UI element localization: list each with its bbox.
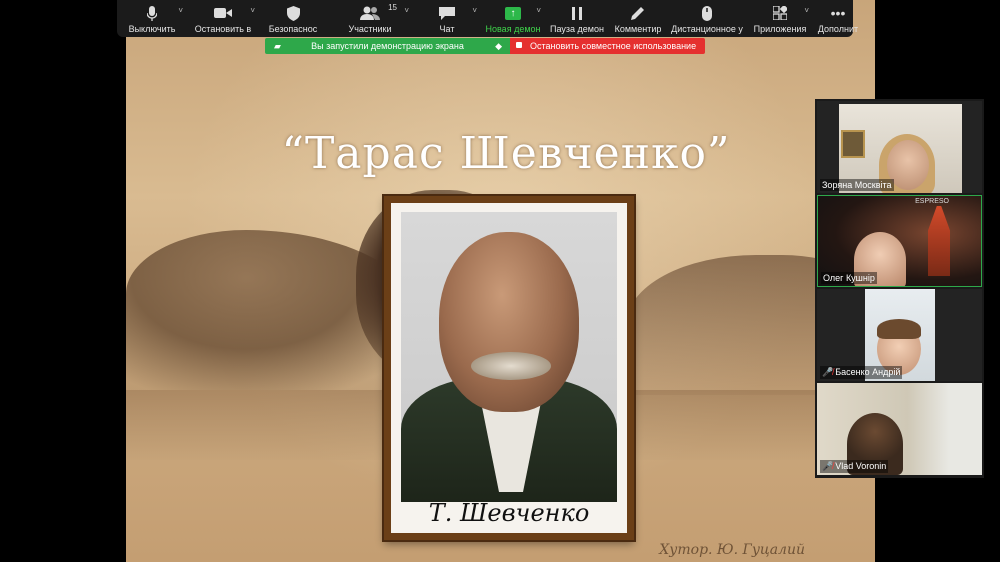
annotate-button[interactable]: Комментир bbox=[609, 0, 667, 37]
stop-share-label: Остановить совместное использование bbox=[530, 41, 697, 51]
portrait-signature: Т. Шевченко bbox=[428, 499, 590, 527]
shared-screen-slide: “Тарас Шевченко” Т. Шевченко Хутор. Ю. Г… bbox=[126, 0, 875, 562]
remote-control-button[interactable]: Дистанционное у bbox=[667, 0, 747, 37]
participant-name: Зоряна Москвіта bbox=[820, 179, 894, 191]
security-button[interactable]: Безопаснос bbox=[259, 0, 327, 37]
chevron-down-icon[interactable]: ˅ bbox=[250, 6, 255, 15]
channel-watermark: ESPRESO bbox=[915, 198, 949, 205]
portrait-head bbox=[439, 232, 579, 412]
shield-icon bbox=[282, 4, 304, 22]
participant-tile[interactable]: 🎤̸ Басенко Андрій bbox=[817, 289, 982, 381]
chevron-down-icon[interactable]: ˅ bbox=[178, 6, 183, 15]
participant-video-panel: Зоряна Москвіта ESPRESO Олег Кушнір 🎤̸ Ба… bbox=[815, 99, 984, 478]
apps-label: Приложения bbox=[753, 24, 807, 34]
participant-tile[interactable]: 🎤̸ Vlad Voronin bbox=[817, 383, 982, 475]
more-button[interactable]: ••• Дополнит bbox=[813, 0, 863, 37]
mute-button-label: Выключить bbox=[128, 24, 176, 34]
participants-count: 15 bbox=[388, 3, 397, 12]
signal-icon: ▰ bbox=[274, 41, 281, 51]
participant-hair bbox=[877, 319, 921, 339]
chevron-down-icon[interactable]: ˅ bbox=[536, 6, 541, 15]
participant-name: 🎤̸ Vlad Voronin bbox=[820, 460, 889, 473]
participant-tile-active-speaker[interactable]: ESPRESO Олег Кушнір bbox=[817, 195, 982, 287]
participant-name: 🎤̸ Басенко Андрій bbox=[820, 366, 903, 379]
portrait-mat: Т. Шевченко bbox=[391, 203, 627, 533]
chat-button[interactable]: ˅ Чат bbox=[413, 0, 481, 37]
participant-name-text: Зоряна Москвіта bbox=[822, 180, 892, 190]
muted-microphone-icon: 🎤̸ bbox=[822, 367, 834, 377]
participants-button[interactable]: 15 ˅ Участники bbox=[327, 0, 413, 37]
chat-icon bbox=[436, 4, 458, 22]
shield-icon: ◆ bbox=[495, 41, 502, 51]
stop-video-label: Остановить в bbox=[194, 24, 252, 34]
apps-icon bbox=[769, 4, 791, 22]
slide-corner-caption: Хутор. Ю. Гуцалий bbox=[659, 542, 805, 558]
participant-name-text: Басенко Андрій bbox=[835, 367, 901, 377]
chevron-down-icon[interactable]: ˅ bbox=[472, 6, 477, 15]
participants-icon bbox=[359, 4, 381, 22]
meeting-toolbar: ˅ Выключить ˅ Остановить в Безопаснос 15… bbox=[117, 0, 858, 37]
pause-share-button[interactable]: Пауза демон bbox=[545, 0, 609, 37]
kremlin-tower-background bbox=[928, 206, 950, 276]
new-share-label: Новая демон bbox=[485, 24, 541, 34]
pencil-icon bbox=[627, 4, 649, 22]
mute-button[interactable]: ˅ Выключить bbox=[117, 0, 187, 37]
remote-control-label: Дистанционное у bbox=[671, 24, 743, 34]
mouse-icon bbox=[696, 4, 718, 22]
participant-name-text: Олег Кушнір bbox=[823, 273, 875, 283]
stop-share-button[interactable]: Остановить совместное использование bbox=[510, 38, 705, 54]
participant-tile[interactable]: Зоряна Москвіта bbox=[817, 101, 982, 193]
portrait-mustache bbox=[471, 352, 551, 380]
share-screen-icon: ↑ bbox=[502, 4, 524, 22]
sharing-status-text: Вы запустили демонстрацию экрана bbox=[311, 41, 464, 51]
muted-microphone-icon: 🎤̸ bbox=[822, 461, 834, 471]
portrait-frame: Т. Шевченко bbox=[384, 196, 634, 540]
pause-share-label: Пауза демон bbox=[550, 24, 604, 34]
security-label: Безопаснос bbox=[268, 24, 318, 34]
video-camera-icon bbox=[212, 4, 234, 22]
participant-name-text: Vlad Voronin bbox=[835, 461, 887, 471]
more-label: Дополнит bbox=[817, 24, 859, 34]
chat-label: Чат bbox=[439, 24, 455, 34]
stop-video-button[interactable]: ˅ Остановить в bbox=[187, 0, 259, 37]
participant-name: Олег Кушнір bbox=[821, 272, 877, 284]
microphone-icon bbox=[141, 4, 163, 22]
participants-label: Участники bbox=[348, 24, 392, 34]
annotate-label: Комментир bbox=[614, 24, 662, 34]
sharing-status-banner: ▰ Вы запустили демонстрацию экрана ◆ bbox=[265, 38, 510, 54]
portrait-image bbox=[401, 212, 617, 502]
wall-icon-frame bbox=[841, 130, 865, 158]
pause-icon bbox=[566, 4, 588, 22]
apps-button[interactable]: ˅ Приложения bbox=[747, 0, 813, 37]
chevron-down-icon[interactable]: ˅ bbox=[404, 6, 409, 15]
stop-square-icon bbox=[516, 42, 522, 48]
more-icon: ••• bbox=[830, 5, 846, 21]
slide-title: “Тарас Шевченко” bbox=[281, 128, 731, 179]
new-share-button[interactable]: ↑ ˅ Новая демон bbox=[481, 0, 545, 37]
chevron-down-icon[interactable]: ˅ bbox=[804, 6, 809, 15]
